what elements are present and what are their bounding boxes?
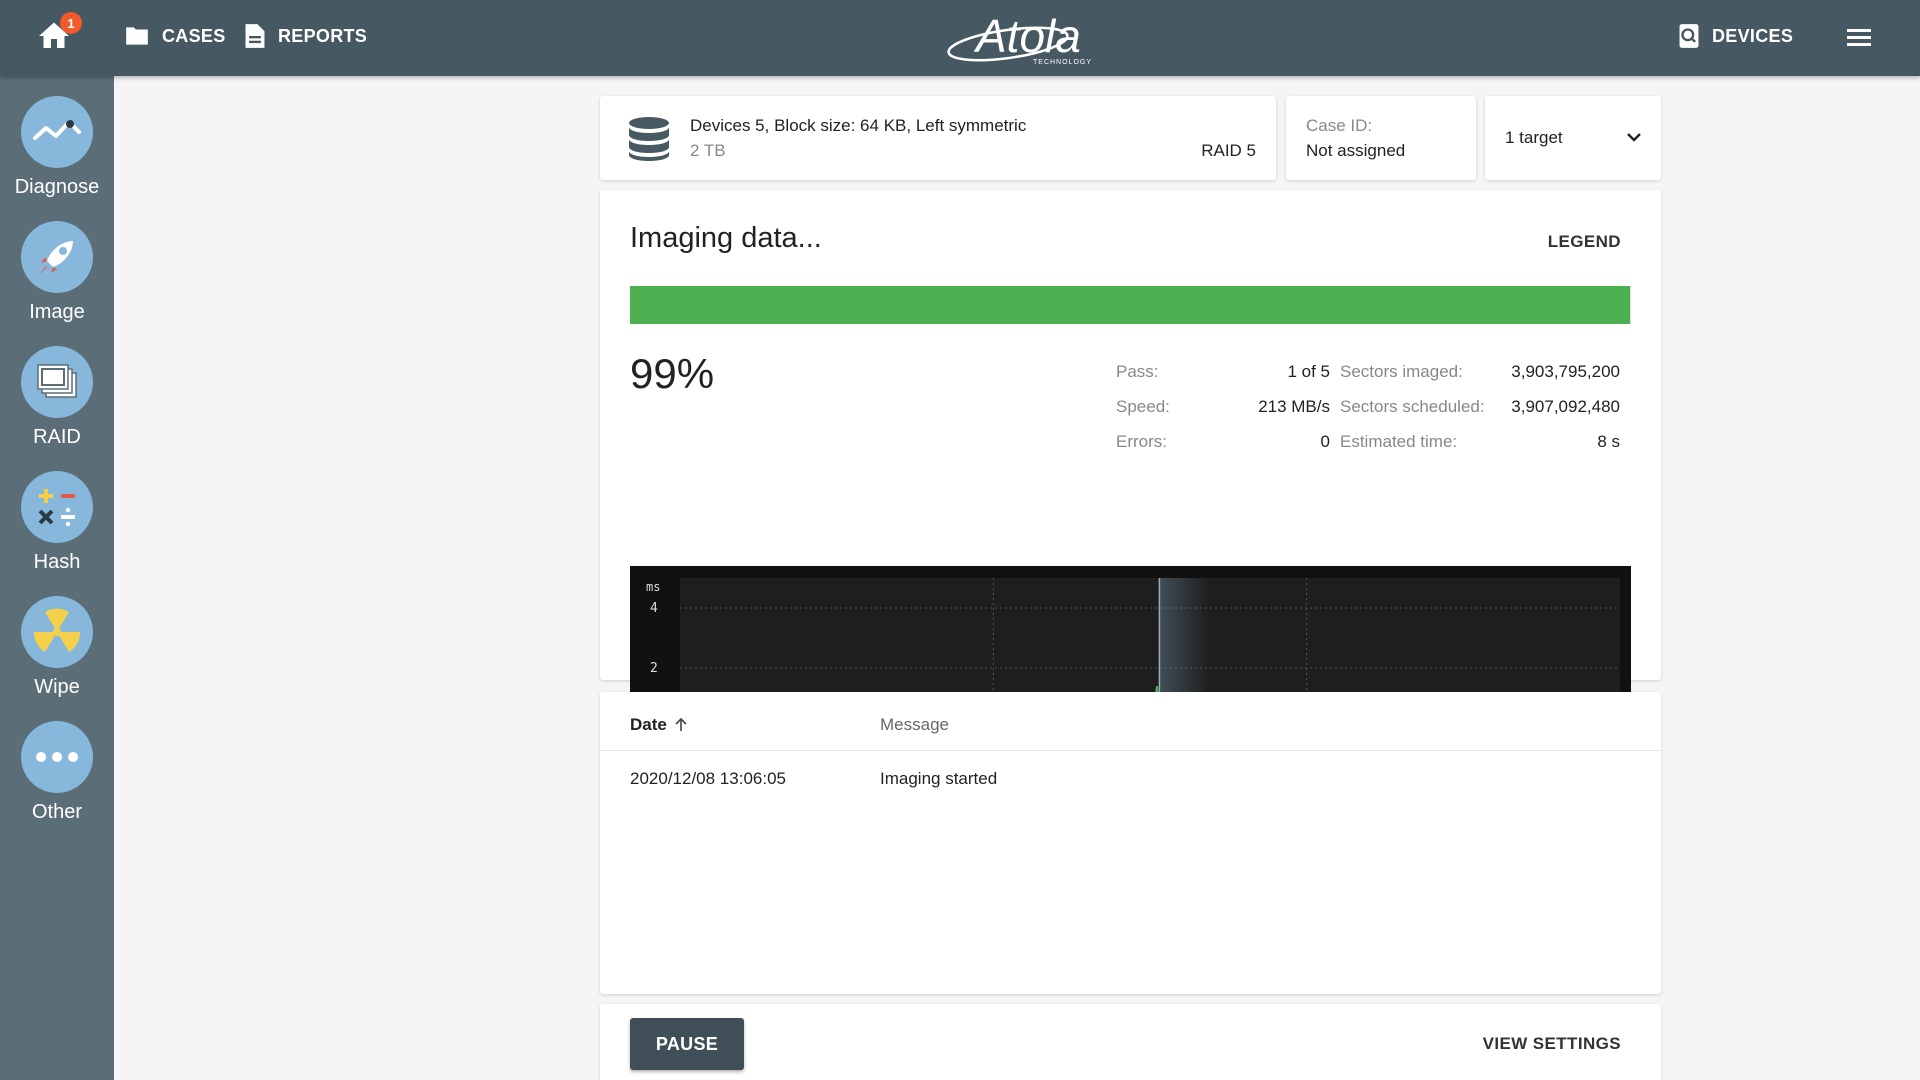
chart-ylabel: ms	[646, 580, 660, 594]
sidebar-item-wipe[interactable]: Wipe	[0, 596, 114, 716]
sidebar-icon-circle	[21, 596, 93, 668]
speed-label: Speed:	[1116, 397, 1170, 416]
nav-devices-label: DEVICES	[1712, 25, 1794, 46]
case-id-card[interactable]: Case ID: Not assigned	[1286, 96, 1476, 180]
main-content: Devices 5, Block size: 64 KB, Left symme…	[114, 76, 1920, 1080]
notification-badge: 1	[60, 12, 82, 34]
sectors-imaged-value: 3,903,795,200	[1511, 362, 1620, 381]
raid-level: RAID 5	[1201, 141, 1256, 160]
rocket-icon	[39, 241, 73, 275]
device-title: Devices 5, Block size: 64 KB, Left symme…	[690, 116, 1027, 135]
sidebar-label: Other	[31, 801, 83, 823]
nav-cases-label: CASES	[162, 25, 226, 46]
errors-value: 0	[1320, 432, 1330, 451]
home-button[interactable]: 1	[36, 12, 82, 54]
chart-y-tick-label: 2	[650, 661, 658, 676]
sidebar-item-raid[interactable]: RAID	[0, 346, 114, 466]
device-info-card[interactable]: Devices 5, Block size: 64 KB, Left symme…	[600, 96, 1276, 180]
view-settings-button[interactable]: VIEW SETTINGS	[1483, 1034, 1621, 1054]
target-selected: 1 target	[1505, 128, 1563, 147]
sidebar-icon-circle	[21, 96, 93, 168]
message-column-header: Message	[880, 715, 949, 734]
sidebar-label: RAID	[33, 426, 81, 448]
case-id-label: Case ID:	[1306, 116, 1373, 135]
folder-icon	[126, 27, 148, 45]
sidebar-icon-circle	[21, 721, 93, 793]
sectors-scheduled-label: Sectors scheduled:	[1340, 397, 1485, 416]
atola-logo: Atola TECHNOLOGY	[940, 8, 1100, 66]
sidebar-label: Hash	[33, 551, 81, 573]
sidebar-item-hash[interactable]: Hash	[0, 471, 114, 591]
progress-card: Imaging data... LEGEND 99% Pass: 1 of 5 …	[600, 190, 1661, 752]
date-column-header[interactable]: Date	[630, 715, 687, 735]
devices-icon	[1679, 24, 1699, 48]
pass-value: 1 of 5	[1287, 362, 1330, 381]
legend-button[interactable]: LEGEND	[1548, 232, 1621, 252]
log-table-header: Date Message	[600, 692, 1661, 751]
date-header-label: Date	[630, 715, 667, 734]
document-icon	[245, 24, 265, 48]
nav-reports-label: REPORTS	[278, 25, 368, 46]
hamburger-icon	[1847, 29, 1871, 46]
sidebar-icon-circle	[21, 221, 93, 293]
sidebar-icon-circle	[21, 471, 93, 543]
device-size: 2 TB	[690, 141, 726, 160]
hash-icon	[38, 489, 75, 527]
progress-title: Imaging data...	[630, 222, 822, 254]
estimated-time-label: Estimated time:	[1340, 432, 1458, 451]
progress-percent: 99%	[630, 350, 715, 397]
pass-label: Pass:	[1116, 362, 1159, 381]
nav-devices[interactable]: DEVICES	[1678, 20, 1793, 52]
sidebar-item-image[interactable]: Image	[0, 221, 114, 341]
sidebar-item-other[interactable]: Other	[0, 721, 114, 841]
progress-bar	[630, 286, 1631, 324]
menu-button[interactable]	[1844, 22, 1874, 52]
chart-y-tick-label: 4	[650, 601, 658, 616]
sectors-scheduled-value: 3,907,092,480	[1511, 397, 1620, 416]
logo-subtext: TECHNOLOGY	[1033, 59, 1092, 66]
estimated-time-value: 8 s	[1597, 432, 1620, 451]
database-icon	[629, 117, 669, 161]
sidebar-icon-circle	[21, 346, 93, 418]
log-row-message: Imaging started	[880, 769, 998, 788]
log-row-date: 2020/12/08 13:06:05	[630, 769, 786, 788]
nav-reports[interactable]: REPORTS	[244, 20, 367, 52]
case-id-value: Not assigned	[1306, 141, 1406, 160]
target-dropdown[interactable]: 1 target	[1485, 96, 1661, 180]
top-bar: 1 CASES REPORTS Atola TECHNOLOGY DEVICES	[0, 0, 1920, 76]
sort-ascending-icon	[675, 718, 687, 731]
nav-cases[interactable]: CASES	[124, 20, 226, 52]
diagnose-icon	[33, 120, 81, 140]
chevron-down-icon	[1627, 133, 1641, 142]
actions-bar: PAUSE VIEW SETTINGS	[600, 1004, 1661, 1080]
logo-text: Atola	[973, 10, 1081, 62]
sidebar-label: Diagnose	[14, 176, 100, 198]
sectors-imaged-label: Sectors imaged:	[1340, 362, 1463, 381]
sidebar-item-diagnose[interactable]: Diagnose	[0, 96, 114, 216]
sidebar-label: Image	[29, 301, 85, 323]
sidebar: Diagnose Image RAID Hash Wipe Other	[0, 76, 114, 1080]
speed-value: 213 MB/s	[1258, 397, 1330, 416]
log-table: Date Message 2020/12/08 13:06:05 Imaging…	[600, 692, 1661, 994]
progress-bar-fill	[630, 286, 1630, 324]
pause-button[interactable]: PAUSE	[630, 1018, 744, 1070]
more-icon	[36, 752, 78, 762]
sidebar-label: Wipe	[34, 676, 80, 698]
radiation-icon	[33, 608, 81, 652]
errors-label: Errors:	[1116, 432, 1167, 451]
raid-icon	[37, 364, 77, 398]
